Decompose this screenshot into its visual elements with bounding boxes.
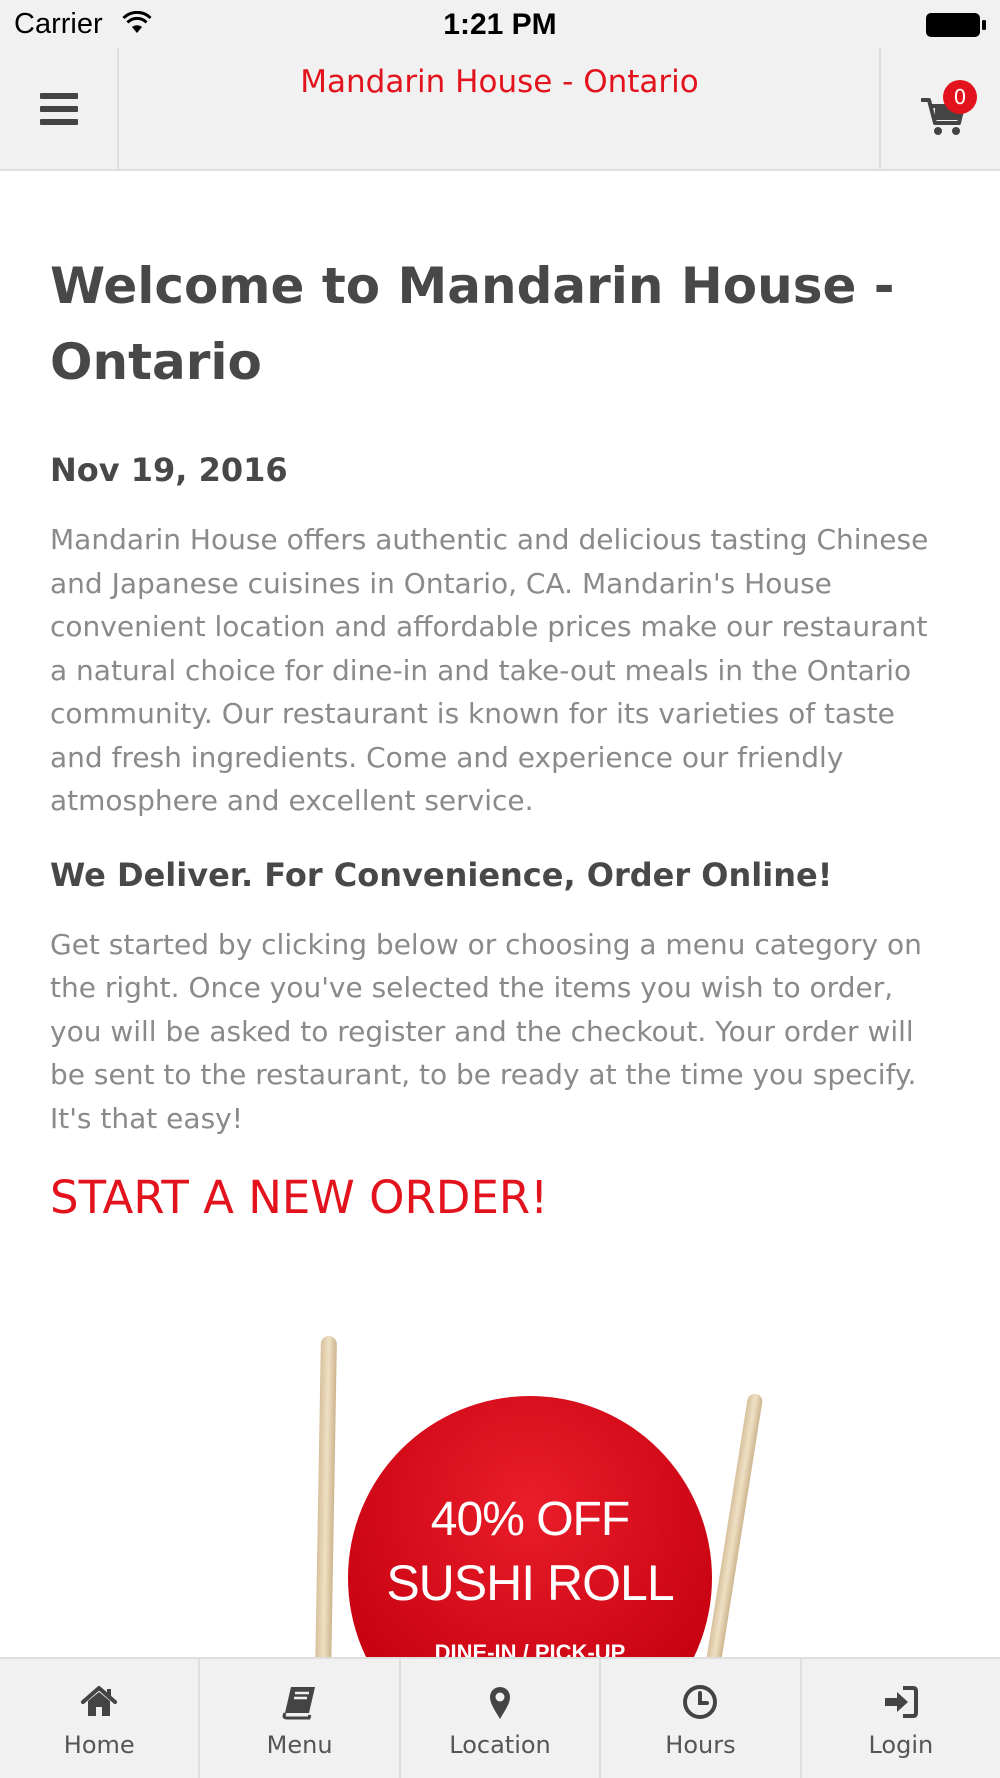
cart-count-badge: 0	[943, 80, 977, 114]
header-title: Mandarin House - Ontario	[300, 64, 699, 100]
bottom-tab-bar: Home Menu Location Hours Login	[0, 1657, 1000, 1778]
tab-label: Location	[449, 1731, 551, 1759]
battery-icon	[926, 13, 986, 37]
start-new-order-link[interactable]: START A NEW ORDER!	[50, 1168, 950, 1228]
tab-menu[interactable]: Menu	[200, 1659, 401, 1778]
app-header: Mandarin House - Ontario 0	[0, 48, 1000, 171]
cart-button[interactable]: 0	[879, 48, 1000, 169]
post-date: Nov 19, 2016	[50, 451, 288, 489]
promo-image[interactable]: 40% OFF SUSHI ROLL DINE-IN / PICK-UP	[300, 1300, 780, 1660]
home-icon	[81, 1686, 118, 1716]
sign-in-icon	[884, 1686, 918, 1718]
tab-label: Hours	[665, 1731, 736, 1759]
status-bar: Carrier 1:21 PM	[0, 0, 1000, 48]
clock-icon	[683, 1685, 718, 1719]
tab-label: Home	[63, 1731, 135, 1759]
delivery-heading: We Deliver. For Convenience, Order Onlin…	[50, 855, 833, 894]
tab-home[interactable]: Home	[0, 1659, 201, 1778]
tab-login[interactable]: Login	[802, 1659, 1000, 1778]
intro-paragraph: Mandarin House offers authentic and deli…	[50, 523, 929, 817]
main-content: Welcome to Mandarin House - Ontario Nov …	[50, 248, 950, 1228]
status-time: 1:21 PM	[443, 8, 557, 41]
map-pin-icon	[490, 1687, 511, 1719]
page-title: Welcome to Mandarin House - Ontario	[50, 257, 895, 391]
tab-hours[interactable]: Hours	[601, 1659, 802, 1778]
chopstick-left	[315, 1335, 337, 1660]
promo-discount-text: 40% OFF	[430, 1493, 630, 1546]
book-icon	[282, 1687, 315, 1720]
hamburger-icon	[39, 92, 78, 125]
menu-button[interactable]	[0, 48, 119, 169]
tab-label: Login	[868, 1731, 934, 1759]
tab-location[interactable]: Location	[401, 1659, 602, 1778]
tab-label: Menu	[266, 1731, 333, 1759]
promo-item-text: SUSHI ROLL	[386, 1555, 674, 1611]
instructions-paragraph: Get started by clicking below or choosin…	[50, 927, 922, 1135]
